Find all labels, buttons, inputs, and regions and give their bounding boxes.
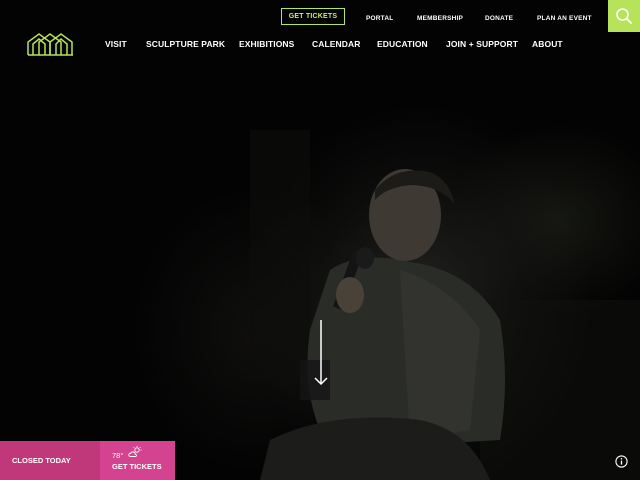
hours-status[interactable]: CLOSED TODAY (0, 441, 100, 480)
arrow-down-icon (314, 320, 328, 386)
status-bar: CLOSED TODAY 78° GET TICKETS (0, 441, 175, 480)
scroll-down-button[interactable] (314, 320, 328, 393)
info-button[interactable] (615, 455, 628, 473)
utility-nav: GET TICKETS PORTAL MEMBERSHIP DONATE PLA… (0, 0, 640, 34)
search-button[interactable] (608, 0, 640, 32)
temperature: 78° (112, 451, 124, 460)
nav-visit[interactable]: VISIT (105, 39, 127, 49)
nav-exhibitions[interactable]: EXHIBITIONS (239, 39, 294, 49)
get-tickets-bottom-label: GET TICKETS (112, 462, 162, 471)
get-tickets-top-button[interactable]: GET TICKETS (281, 8, 345, 25)
donate-link[interactable]: DONATE (485, 15, 513, 22)
nav-sculpture-park[interactable]: SCULPTURE PARK (146, 39, 225, 49)
nav-about[interactable]: ABOUT (532, 39, 563, 49)
hours-status-label: CLOSED TODAY (12, 456, 71, 465)
portal-link[interactable]: PORTAL (366, 15, 393, 22)
plan-an-event-link[interactable]: PLAN AN EVENT (537, 15, 592, 22)
nav-calendar[interactable]: CALENDAR (312, 39, 361, 49)
main-nav: VISIT SCULPTURE PARK EXHIBITIONS CALENDA… (0, 39, 640, 53)
nav-join-support[interactable]: JOIN + SUPPORT (446, 39, 518, 49)
nav-education[interactable]: EDUCATION (377, 39, 428, 49)
get-tickets-bottom-button[interactable]: 78° GET TICKETS (100, 441, 175, 480)
hero-photo-figure (250, 130, 640, 480)
partly-cloudy-icon (128, 446, 142, 457)
info-icon (615, 455, 628, 468)
hero-background (0, 0, 640, 480)
membership-link[interactable]: MEMBERSHIP (417, 15, 463, 22)
search-icon (616, 8, 632, 24)
